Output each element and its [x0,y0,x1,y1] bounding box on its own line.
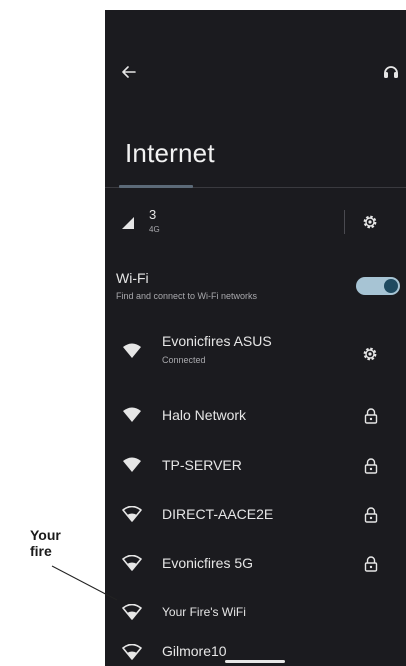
network-item-your-fires-wifi[interactable]: Your Fire's WiFi [105,592,406,636]
wifi-outline-icon [122,506,142,522]
wifi-filled-icon [123,343,141,358]
network-name: Your Fire's WiFi [162,605,246,619]
network-type: 4G [149,225,160,234]
network-item-direct-aace2e[interactable]: DIRECT-AACE2E [105,492,406,536]
network-name: Gilmore10 [162,643,227,659]
network-item-tp-server[interactable]: TP-SERVER [105,443,406,487]
network-name: Halo Network [162,407,247,423]
wifi-outline-icon [122,644,142,660]
lock-icon [364,458,378,474]
wifi-outline-icon [122,555,142,571]
network-status: Connected [162,355,206,365]
home-indicator [225,660,285,663]
carrier-name: 3 [149,207,157,222]
wifi-filled-icon [123,407,141,422]
mobile-settings-gear-icon[interactable] [361,213,379,231]
page-title: Internet [125,138,215,168]
annotation-line-2: fire [30,543,52,559]
toggle-knob [384,279,398,293]
wifi-label: Wi-Fi [116,270,149,286]
signal-icon [122,217,134,229]
annotation-line-1: Your [30,527,61,543]
wifi-toggle-switch[interactable] [356,277,400,295]
network-name: DIRECT-AACE2E [162,506,274,522]
lock-icon [364,408,378,424]
lock-icon [364,507,378,523]
divider [344,210,345,234]
wifi-filled-icon [123,457,141,472]
wifi-description: Find and connect to Wi-Fi networks [116,291,258,301]
network-name: TP-SERVER [162,457,242,473]
network-item-halo-network[interactable]: Halo Network [105,394,406,438]
network-settings-gear-icon[interactable] [361,345,379,363]
annotation-label: Your fire [30,527,61,559]
help-icon[interactable] [380,60,402,82]
phone-screen: Internet 3 4G Wi-Fi Find and connect to … [105,10,406,666]
back-arrow-icon[interactable] [119,62,139,82]
lock-icon [364,556,378,572]
network-name: Evonicfires ASUS [162,333,272,349]
network-item-evonicfires-5g[interactable]: Evonicfires 5G [105,542,406,586]
tab-indicator [119,185,193,188]
network-name: Evonicfires 5G [162,555,254,571]
wifi-outline-icon [122,604,142,620]
